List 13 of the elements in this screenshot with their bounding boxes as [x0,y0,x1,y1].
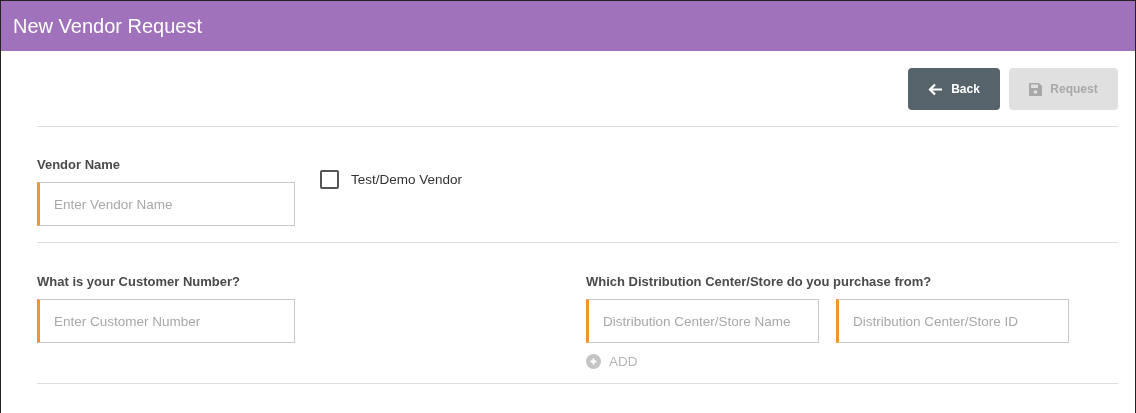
store-input[interactable]: Distribution Center/Store ID [836,299,1069,343]
arrow-left-icon [928,82,944,96]
vendor-name-input[interactable]: Enter Vendor Name [37,182,295,226]
checkbox-label: Test/Demo Vendor [351,172,463,187]
field-label: Vendor Name [37,157,122,172]
page-title: New Vendor Request [13,14,202,38]
field-label: What is your Customer Number? [37,274,241,289]
field-label: Which Distribution Center/Store do you purchase from? [586,274,933,289]
store-input[interactable]: Distribution Center/Store Name [586,299,819,343]
back-button[interactable]: Back [908,68,1000,110]
plus-circle-icon [586,354,601,369]
customer-number-input[interactable]: Enter Customer Number [37,299,295,343]
checkbox[interactable] [320,170,339,189]
